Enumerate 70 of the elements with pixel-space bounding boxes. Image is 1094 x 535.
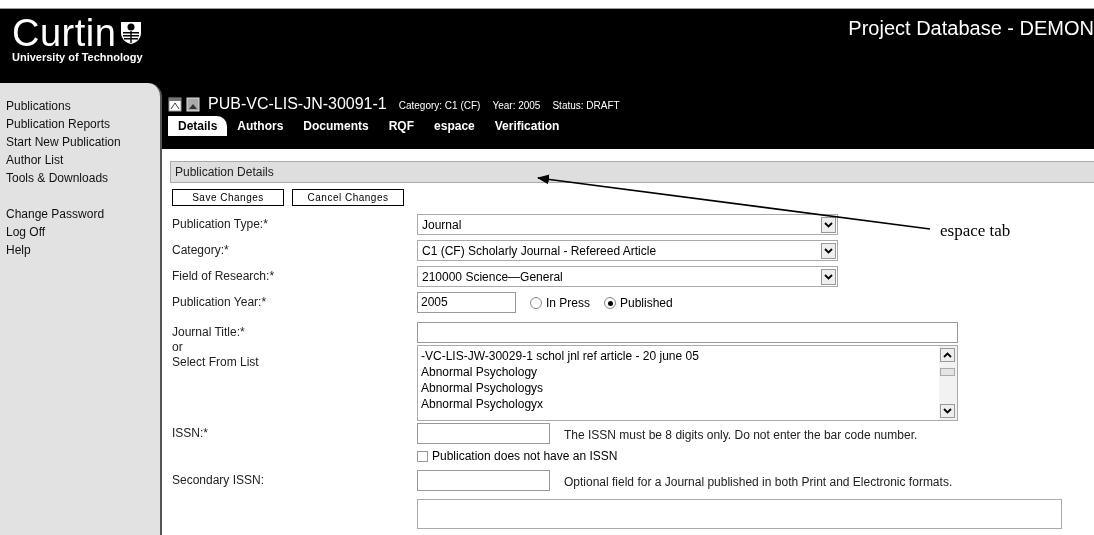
list-item[interactable]: Abnormal Psychologyx [421,396,699,412]
dropdown[interactable]: Journal [417,214,838,235]
logo-subtitle: University of Technology [12,51,143,63]
tab[interactable]: Details [168,116,228,136]
input-field[interactable] [417,499,1062,529]
logo-name: Curtin [12,13,117,53]
list-item[interactable]: Abnormal Psychologys [421,380,699,396]
sidebar-link[interactable]: Start New Publication [6,133,156,151]
input-field[interactable] [417,423,550,444]
scroll-up-button[interactable] [940,348,955,362]
or-label: or [171,340,184,355]
scroll-down-button[interactable] [940,404,955,418]
chevron-down-icon [824,273,833,280]
field-label: Category:* [171,242,230,257]
image-icon[interactable] [186,96,200,112]
tab[interactable]: Documents [293,116,379,136]
field-label: Journal Title:* [171,325,246,340]
record-meta: Status: DRAFT [552,99,620,111]
list-item[interactable]: -VC-LIS-JW-30029-1 schol jnl ref article - 20 june 05 [421,348,699,364]
chevron-down-icon [943,408,952,414]
field-label: Publication Year:* [171,294,268,309]
field-label: Publication Type:* [171,216,269,231]
checkbox[interactable] [417,450,428,462]
form-button[interactable]: Save Changes [172,189,284,206]
sidebar-link[interactable]: Publication Reports [6,115,156,133]
dropdown[interactable]: C1 (CF) Scholarly Journal - Refereed Article [417,240,838,261]
scrollbar[interactable] [939,346,957,420]
tab[interactable]: espace [424,116,485,136]
field-label: Field of Research:* [171,268,276,283]
radio-label: Published [620,296,673,310]
field-hint: The ISSN must be 8 digits only. Do not enter the bar code number. [564,426,918,442]
chevron-down-icon [824,221,833,228]
radio-button[interactable] [530,297,542,309]
field-hint: Optional field for a Journal published in both Print and Electronic formats. [564,473,953,489]
input-field[interactable]: 2005 [417,292,516,313]
dropdown-button[interactable] [821,216,836,233]
sidebar-link[interactable]: Publications [6,97,156,115]
pdf-icon[interactable] [168,96,182,112]
radio-label: In Press [546,296,590,310]
field-label: ISSN:* [171,425,209,440]
sidebar-link[interactable]: Author List [6,151,156,169]
chevron-up-icon [943,352,952,358]
shield-logo-icon [120,21,143,45]
record-id: PUB-VC-LIS-JN-30091-1 [208,95,387,113]
dropdown-button[interactable] [821,242,836,259]
list-item[interactable]: Abnormal Psychology [421,364,699,380]
tab[interactable]: Authors [227,116,294,136]
form-button[interactable]: Cancel Changes [292,189,404,206]
section-header: Publication Details [170,161,1094,183]
dropdown[interactable]: 210000 Science—General [417,266,838,287]
field-label: Select From List [171,355,260,370]
record-meta: Category: C1 (CF) [398,99,481,111]
sidebar-link[interactable]: Tools & Downloads [6,169,156,187]
field-label: Secondary ISSN: [171,472,266,487]
scroll-thumb[interactable] [940,368,955,376]
record-meta: Year: 2005 [492,99,541,111]
input-field[interactable] [417,470,550,491]
checkbox-label: Publication does not have an ISSN [432,449,618,463]
app-title: Project Database - DEMON [848,16,1094,41]
dropdown-button[interactable] [821,268,836,285]
chevron-down-icon [824,247,833,254]
sidebar-link[interactable]: Help [6,241,156,259]
tab[interactable]: RQF [378,116,425,136]
tab[interactable]: Verification [484,116,570,136]
sidebar-link[interactable]: Log Off [6,223,156,241]
list-box[interactable]: -VC-LIS-JW-30029-1 schol jnl ref article - 20 june 05 Abnormal Psychology Abnormal Psychologys Abnormal Psychologyx [417,345,958,421]
callout-label: espace tab [940,221,1011,241]
radio-button[interactable] [604,297,616,309]
sidebar-link[interactable]: Change Password [6,205,156,223]
input-field[interactable] [417,322,958,343]
